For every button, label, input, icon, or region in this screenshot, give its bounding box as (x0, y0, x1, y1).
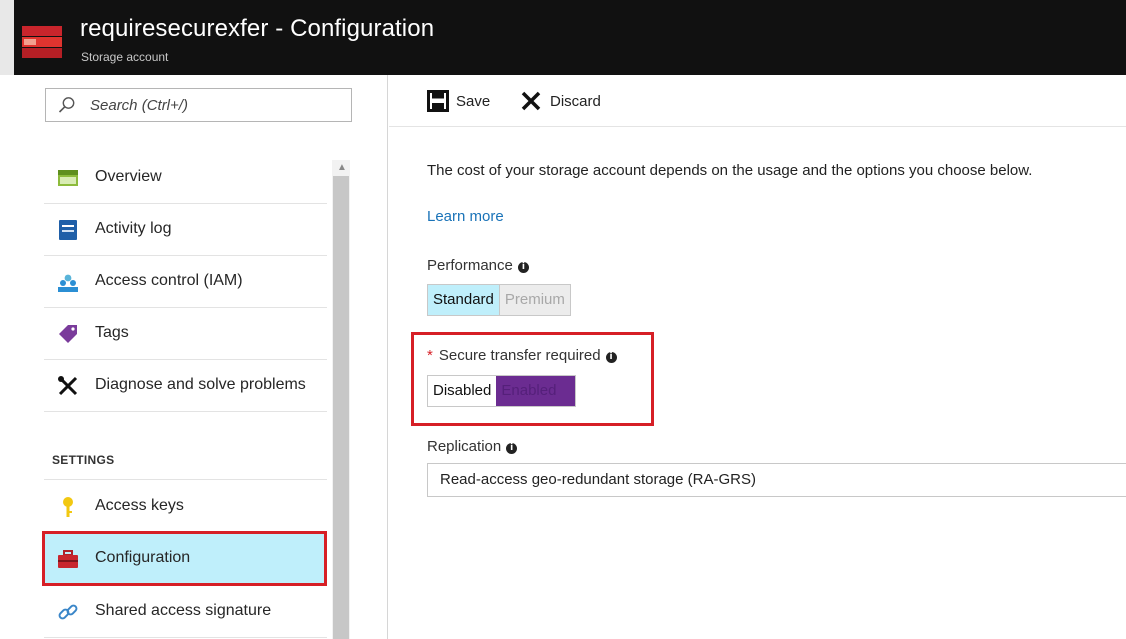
discard-x-icon (521, 91, 541, 111)
sidebar-item-label: Access control (IAM) (95, 272, 243, 289)
info-icon[interactable]: i (517, 262, 529, 273)
sidebar-item-label: Diagnose and solve problems (95, 376, 306, 393)
access-control-icon (58, 274, 78, 292)
sidebar-item-diagnose[interactable]: Diagnose and solve problems (44, 360, 327, 412)
performance-option-standard[interactable]: Standard (428, 285, 499, 315)
replication-label-row: Replication i (427, 438, 518, 455)
sidebar-item-label: Tags (95, 324, 129, 341)
sidebar-item-label: Access keys (95, 497, 184, 514)
sidebar-scrollbar[interactable]: ▲ (332, 160, 350, 639)
sidebar-item-access-keys[interactable]: Access keys (44, 481, 327, 533)
storage-account-icon (22, 26, 62, 58)
page-title: requiresecurexfer - Configuration (80, 15, 435, 42)
performance-option-premium[interactable]: Premium (498, 285, 570, 315)
info-text: The cost of your storage account depends… (427, 162, 1033, 179)
page-subtitle: Storage account (81, 50, 169, 64)
sidebar-item-label: Shared access signature (95, 602, 272, 619)
discard-button[interactable]: Discard (520, 90, 610, 114)
header-edge (0, 0, 14, 75)
overview-icon (58, 170, 78, 186)
sidebar-item-label: Overview (95, 168, 162, 185)
key-icon (63, 497, 73, 517)
replication-value: Read-access geo-redundant storage (RA-GR… (440, 471, 756, 488)
highlight-frame-configuration (42, 531, 327, 586)
sidebar-item-shared-access-signature[interactable]: Shared access signature (44, 586, 327, 638)
sidebar-item-label: Activity log (95, 220, 172, 237)
sidebar-item-activity-log[interactable]: Activity log (44, 204, 327, 256)
discard-label: Discard (550, 93, 601, 110)
replication-dropdown[interactable]: Read-access geo-redundant storage (RA-GR… (427, 463, 1126, 497)
main-content: Save Discard The cost of your storage ac… (389, 75, 1126, 639)
section-label-settings: SETTINGS (52, 453, 115, 467)
sidebar: Search (Ctrl+/) Overview Activity log Ac… (14, 75, 388, 639)
learn-more-link[interactable]: Learn more (427, 208, 504, 225)
performance-label: Performance (427, 257, 513, 274)
toolbar: Save Discard (389, 75, 1126, 127)
search-input[interactable]: Search (Ctrl+/) (90, 97, 188, 114)
performance-toggle[interactable]: Standard Premium (427, 284, 571, 316)
highlight-frame-secure-transfer (411, 332, 654, 426)
tag-icon (59, 325, 77, 343)
wrench-screwdriver-icon (58, 376, 78, 396)
search-icon (58, 97, 75, 113)
divider (44, 479, 327, 480)
search-box[interactable]: Search (Ctrl+/) (45, 88, 352, 122)
save-icon (427, 90, 449, 112)
save-button[interactable]: Save (427, 90, 493, 114)
sidebar-item-tags[interactable]: Tags (44, 308, 327, 360)
link-icon (58, 604, 78, 620)
save-label: Save (456, 93, 491, 110)
scrollbar-thumb[interactable] (333, 176, 349, 639)
activity-log-icon (59, 220, 77, 240)
replication-label: Replication (427, 438, 502, 455)
sidebar-item-access-control[interactable]: Access control (IAM) (44, 256, 327, 308)
scroll-up-arrow-icon[interactable]: ▲ (337, 162, 347, 173)
sidebar-item-overview[interactable]: Overview (44, 152, 327, 204)
performance-label-row: Performance i (427, 257, 529, 274)
info-icon[interactable]: i (506, 443, 518, 454)
app-header: requiresecurexfer - Configuration Storag… (0, 0, 1126, 75)
